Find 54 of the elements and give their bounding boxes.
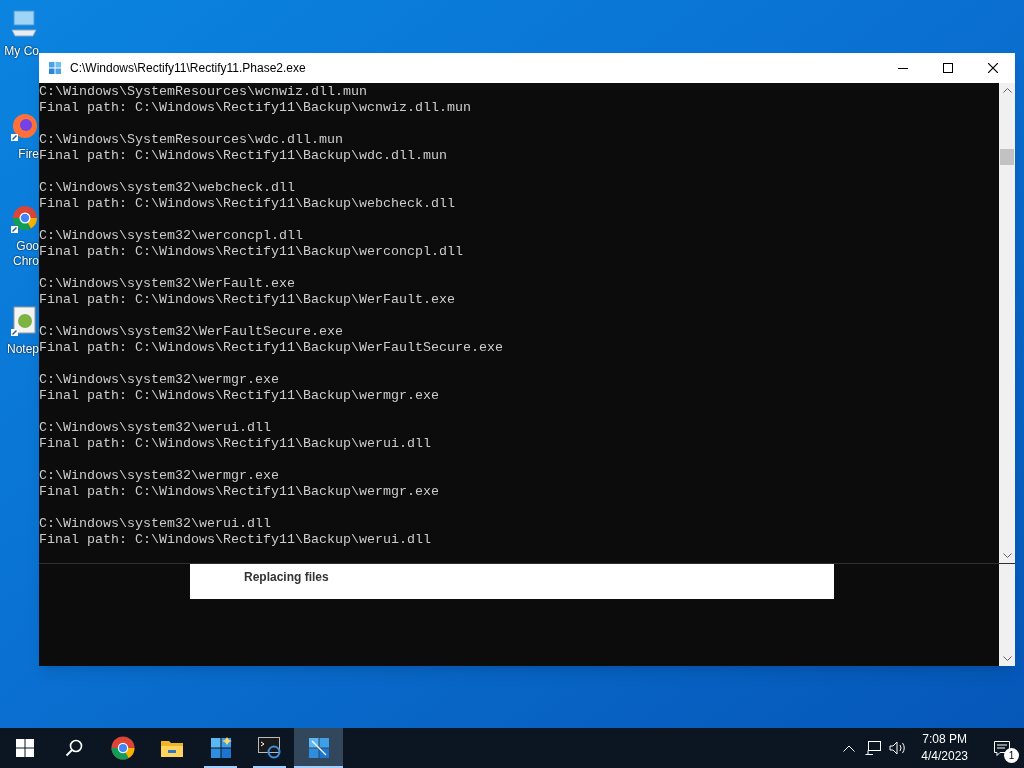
- chevron-up-icon[interactable]: [843, 744, 856, 752]
- console-line: Final path: C:\Windows\Rectify11\Backup\WerFault.exe: [39, 292, 456, 308]
- console-line: C:\Windows\system32\werconcpl.dll: [39, 228, 304, 244]
- console-line: Final path: C:\Windows\Rectify11\Backup\wermgr.exe: [39, 388, 440, 404]
- minimize-icon: [897, 67, 908, 69]
- network-icon[interactable]: [865, 741, 882, 755]
- icon-label[interactable]: Fire: [2, 147, 39, 162]
- scrollbar[interactable]: [999, 83, 1015, 563]
- console-line: C:\Windows\system32\webcheck.dll: [39, 180, 296, 196]
- console-line: C:\Windows\SystemResources\wdc.dll.mun: [39, 132, 344, 148]
- notification-button[interactable]: 1: [980, 728, 1024, 768]
- console-line: C:\Windows\system32\WerFaultSecure.exe: [39, 324, 344, 340]
- icon-label[interactable]: Goo Chro: [2, 239, 39, 269]
- console-icon: [257, 737, 282, 759]
- console-line: C:\Windows\system32\werui.dll: [39, 420, 272, 436]
- volume-icon[interactable]: [889, 741, 908, 755]
- notification-badge: 1: [1004, 748, 1019, 763]
- app-icon: [49, 62, 61, 74]
- clock-time: 7:08 PM: [922, 731, 967, 748]
- notification-icon: [994, 740, 1010, 756]
- status-text: Replacing files: [244, 570, 329, 584]
- console-line: C:\Windows\system32\WerFault.exe: [39, 276, 296, 292]
- console-line: Final path: C:\Windows\Rectify11\Backup\wdc.dll.mun: [39, 148, 448, 164]
- notepad-icon: [11, 306, 37, 336]
- scrollbar-thumb[interactable]: [1000, 149, 1014, 165]
- window-title: C:\Windows\Rectify11\Rectify11.Phase2.exe: [70, 60, 307, 77]
- console-line: Final path: C:\Windows\Rectify11\Backup\WerFaultSecure.exe: [39, 340, 504, 355]
- console-line: Final path: C:\Windows\Rectify11\Backup\webcheck.dll: [39, 196, 456, 212]
- computer-icon: [11, 10, 37, 38]
- firefox-icon: [11, 113, 37, 141]
- console-line: C:\Windows\system32\wermgr.exe: [39, 468, 280, 484]
- clock-date: 4/4/2023: [921, 748, 968, 765]
- console-line: Final path: C:\Windows\Rectify11\Backup\werui.dll: [39, 532, 432, 548]
- scrollbar[interactable]: [999, 564, 1015, 666]
- console-line: Final path: C:\Windows\Rectify11\Backup\wcnwiz.dll.mun: [39, 100, 472, 116]
- app-icon: [307, 737, 330, 759]
- console-line: C:\Windows\system32\wermgr.exe: [39, 372, 280, 388]
- maximize-icon: [942, 63, 953, 73]
- search-icon: [64, 739, 83, 757]
- chrome-icon: [110, 736, 135, 760]
- app-icon: [209, 737, 232, 759]
- clock[interactable]: 7:08 PM 4/4/2023: [915, 731, 974, 765]
- chrome-icon: [11, 205, 37, 233]
- close-icon: [987, 63, 998, 73]
- folder-icon: [160, 739, 183, 757]
- windows-logo-icon: [15, 739, 34, 757]
- taskbar-button[interactable]: [294, 728, 343, 768]
- icon-label[interactable]: My Co: [2, 44, 39, 59]
- console-line: Final path: C:\Windows\Rectify11\Backup\werui.dll: [39, 436, 432, 452]
- console-line: C:\Windows\SystemResources\wcnwiz.dll.mun: [39, 84, 368, 100]
- console-line: Final path: C:\Windows\Rectify11\Backup\werconcpl.dll: [39, 244, 464, 259]
- console-line: C:\Windows\system32\werui.dll: [39, 516, 272, 532]
- icon-label[interactable]: Notep: [2, 342, 39, 357]
- console-line: Final path: C:\Windows\Rectify11\Backup\wermgr.exe: [39, 484, 440, 500]
